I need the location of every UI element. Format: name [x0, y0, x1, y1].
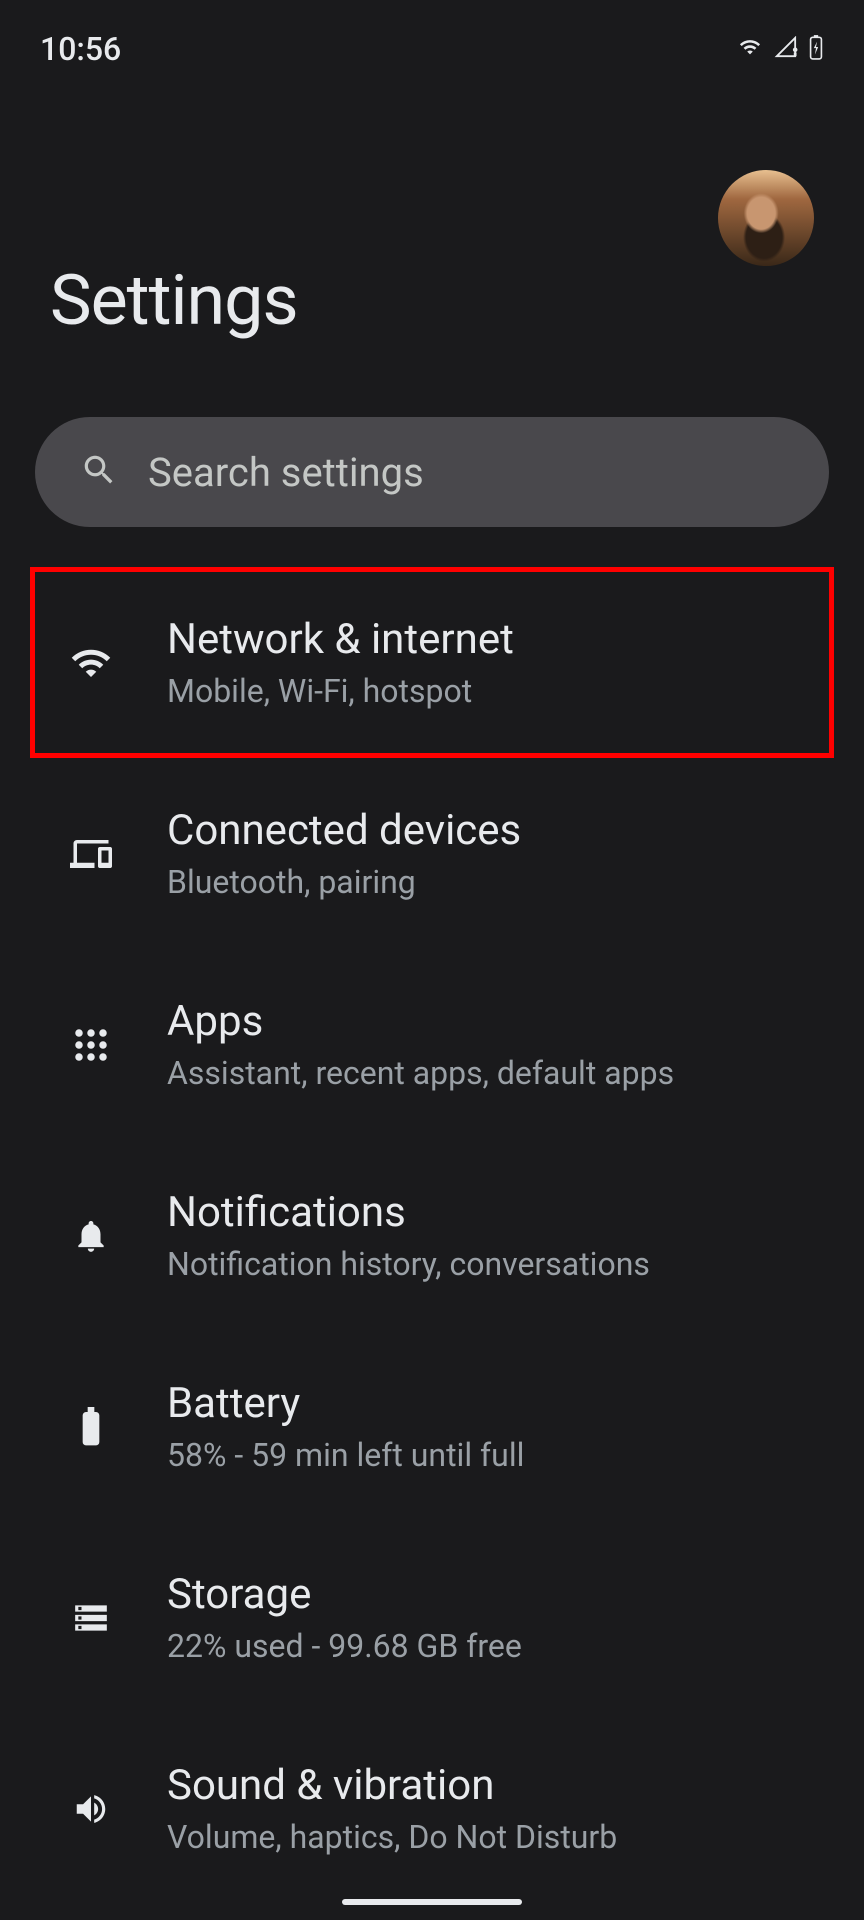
setting-storage[interactable]: Storage 22% used - 99.68 GB free [0, 1522, 864, 1713]
setting-title: Sound & vibration [167, 1761, 617, 1810]
setting-sound-vibration[interactable]: Sound & vibration Volume, haptics, Do No… [0, 1713, 864, 1904]
setting-title: Apps [167, 997, 674, 1046]
wifi-icon [736, 36, 764, 62]
setting-title: Network & internet [167, 615, 514, 664]
setting-title: Notifications [167, 1188, 650, 1237]
header: Settings [0, 70, 864, 342]
setting-battery[interactable]: Battery 58% - 59 min left until full [0, 1331, 864, 1522]
search-placeholder: Search settings [148, 449, 424, 496]
page-title: Settings [50, 260, 814, 342]
status-bar: 10:56 [0, 0, 864, 70]
apps-icon [70, 1024, 112, 1066]
setting-network-internet[interactable]: Network & internet Mobile, Wi-Fi, hotspo… [30, 567, 834, 758]
avatar[interactable] [718, 170, 814, 266]
setting-title: Storage [167, 1570, 522, 1619]
setting-title: Battery [167, 1379, 524, 1428]
search-bar[interactable]: Search settings [35, 417, 829, 527]
setting-subtitle: 22% used - 99.68 GB free [167, 1627, 522, 1665]
signal-icon [774, 36, 798, 62]
setting-connected-devices[interactable]: Connected devices Bluetooth, pairing [0, 758, 864, 949]
wifi-icon [70, 642, 112, 684]
status-icons [736, 34, 824, 64]
setting-subtitle: 58% - 59 min left until full [167, 1436, 524, 1474]
storage-icon [70, 1597, 112, 1639]
battery-icon [70, 1406, 112, 1448]
settings-list: Network & internet Mobile, Wi-Fi, hotspo… [0, 567, 864, 1904]
setting-apps[interactable]: Apps Assistant, recent apps, default app… [0, 949, 864, 1140]
battery-charging-icon [808, 34, 824, 64]
nav-bar-indicator[interactable] [342, 1899, 522, 1905]
status-time: 10:56 [40, 30, 121, 68]
setting-subtitle: Bluetooth, pairing [167, 863, 521, 901]
setting-title: Connected devices [167, 806, 521, 855]
devices-icon [70, 833, 112, 875]
setting-subtitle: Notification history, conversations [167, 1245, 650, 1283]
setting-subtitle: Mobile, Wi-Fi, hotspot [167, 672, 514, 710]
notifications-icon [70, 1215, 112, 1257]
setting-notifications[interactable]: Notifications Notification history, conv… [0, 1140, 864, 1331]
setting-subtitle: Assistant, recent apps, default apps [167, 1054, 674, 1092]
sound-icon [70, 1788, 112, 1830]
setting-subtitle: Volume, haptics, Do Not Disturb [167, 1818, 617, 1856]
search-icon [80, 451, 118, 493]
